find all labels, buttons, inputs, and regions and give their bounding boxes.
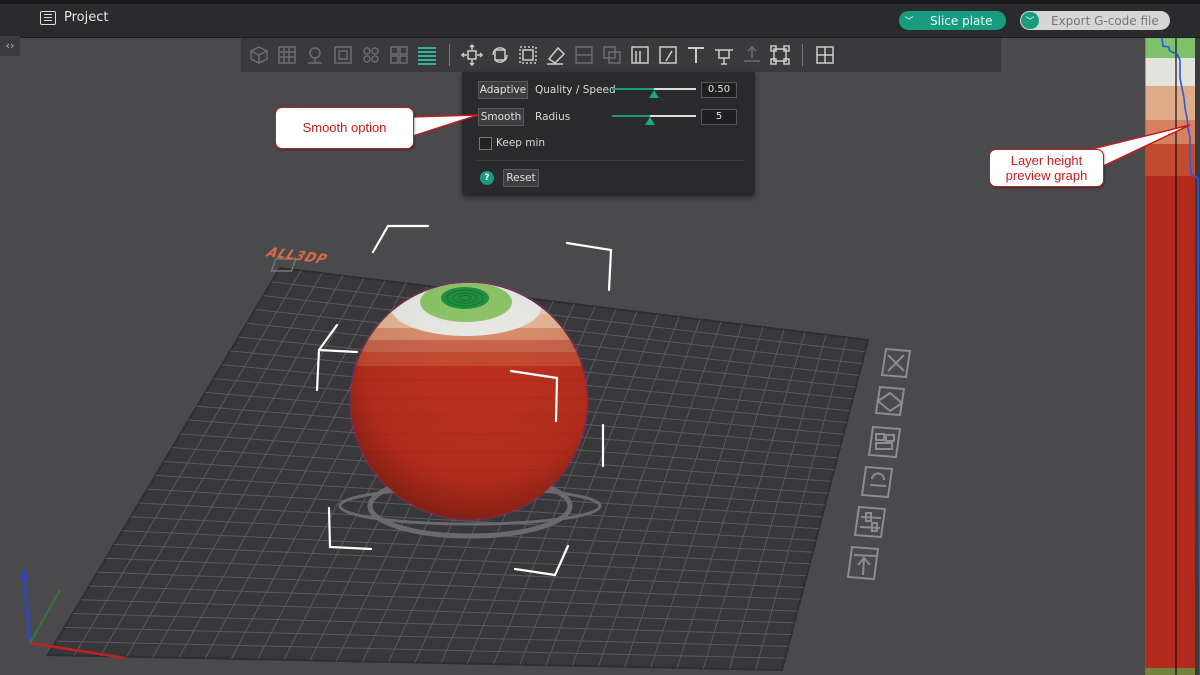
variable-layer-height-panel: Adaptive Quality / Speed 0.50 Smooth Rad… [462, 72, 755, 196]
support-paint-icon[interactable] [628, 43, 652, 67]
boolean-icon[interactable] [600, 43, 624, 67]
keep-min-label: Keep min [496, 137, 546, 149]
variable-layer-icon[interactable] [415, 43, 439, 67]
project-label: Project [64, 10, 109, 25]
plate-puzzle-icon[interactable] [813, 43, 837, 67]
quality-speed-label: Quality / Speed [535, 84, 616, 96]
layer-height-graph[interactable] [1145, 38, 1200, 675]
canvas-tools [846, 347, 912, 581]
slider-thumb[interactable] [644, 117, 655, 125]
slider-fill [612, 88, 654, 90]
project-list-icon [40, 10, 56, 25]
auto-orient-icon[interactable] [303, 43, 327, 67]
top-bar: Project ﹀ Slice plate ﹀ Export G-code fi… [0, 0, 1200, 38]
split-icon[interactable] [359, 43, 383, 67]
auto-arrange-icon[interactable] [874, 385, 906, 417]
add-cube-icon[interactable] [247, 43, 271, 67]
text-icon[interactable] [684, 43, 708, 67]
quality-speed-value[interactable]: 0.50 [701, 82, 737, 98]
rotate-icon[interactable] [488, 43, 512, 67]
project-tab[interactable]: Project [40, 10, 108, 25]
settings-sliders-icon[interactable] [853, 505, 887, 539]
radius-slider[interactable] [612, 110, 696, 125]
radius-label: Radius [535, 111, 571, 123]
sidebar-collapse-button[interactable]: ‹› [0, 36, 20, 56]
layer-graph-callout-line2: preview graph [1005, 168, 1088, 183]
smooth-button[interactable]: Smooth [478, 108, 524, 126]
toolbar-divider [449, 44, 450, 66]
layers-icon[interactable] [387, 43, 411, 67]
cut-icon[interactable] [572, 43, 596, 67]
help-icon[interactable]: ? [480, 171, 494, 185]
quality-speed-slider[interactable] [612, 83, 696, 98]
export-gcode-button[interactable]: ﹀ Export G-code file [1020, 11, 1170, 30]
smooth-option-callout: Smooth option [275, 107, 414, 149]
move-icon[interactable] [460, 43, 484, 67]
export-gcode-label: Export G-code file [1051, 13, 1159, 28]
slice-plate-label: Slice plate [930, 13, 993, 28]
arrange-icon[interactable] [331, 43, 355, 67]
slice-plate-button[interactable]: ﹀ Slice plate [899, 11, 1006, 30]
smooth-option-callout-text: Smooth option [302, 120, 387, 135]
radius-value[interactable]: 5 [701, 109, 737, 125]
toolbar-divider [802, 44, 803, 66]
reset-button[interactable]: Reset [503, 169, 539, 187]
chevron-down-icon[interactable]: ﹀ [1021, 12, 1039, 29]
adaptive-button[interactable]: Adaptive [478, 81, 528, 99]
layer-graph-callout-line1: Layer height [1010, 153, 1083, 168]
grid-icon[interactable] [275, 43, 299, 67]
bounding-box-icon[interactable] [768, 43, 792, 67]
lock-icon[interactable] [860, 465, 894, 499]
scale-icon[interactable] [516, 43, 540, 67]
chevron-down-icon[interactable]: ﹀ [900, 12, 918, 29]
close-icon[interactable] [880, 347, 912, 379]
keep-min-checkbox[interactable] [479, 137, 492, 150]
seam-paint-icon[interactable] [656, 43, 680, 67]
paint-icon[interactable] [544, 43, 568, 67]
slider-thumb[interactable] [649, 90, 659, 98]
main-toolbar [241, 38, 1001, 72]
layer-graph-callout: Layer height preview graph [989, 149, 1104, 187]
plate-layout-icon[interactable] [867, 425, 902, 459]
assembly-icon[interactable] [740, 43, 764, 67]
measure-icon[interactable] [712, 43, 736, 67]
panel-divider [476, 160, 745, 161]
align-top-icon[interactable] [846, 545, 880, 581]
